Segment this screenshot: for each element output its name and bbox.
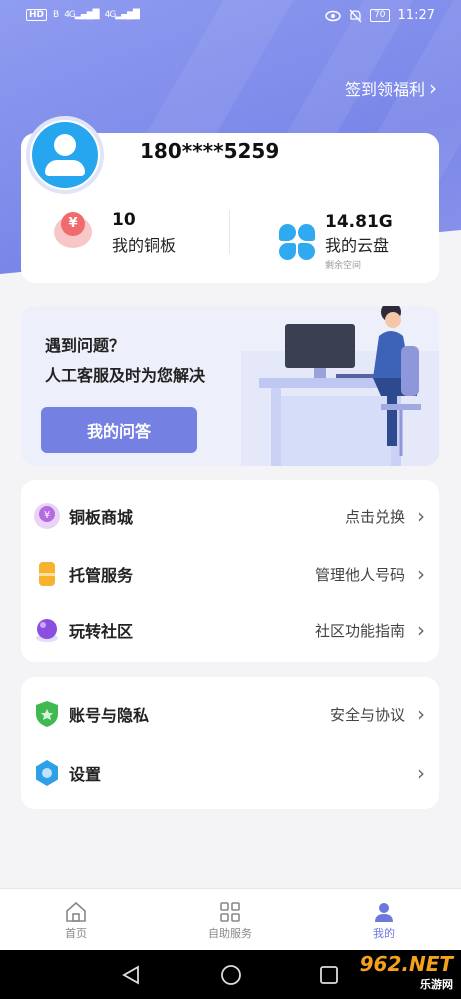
shield-icon	[36, 701, 58, 727]
hd-indicator: HD	[26, 9, 48, 21]
chevron-right-icon: ›	[417, 504, 425, 528]
eye-icon	[325, 10, 341, 21]
menu-hint: 社区功能指南	[314, 621, 405, 640]
copper-mall-icon: ¥	[34, 503, 60, 529]
back-icon[interactable]	[120, 964, 142, 986]
cloud-value: 14.81G	[325, 212, 393, 232]
my-qa-button[interactable]: 我的问答	[41, 407, 197, 453]
user-icon	[375, 903, 393, 922]
menu-hint: 安全与协议	[329, 705, 405, 724]
community-icon	[36, 619, 58, 642]
menu-row-hosting-service[interactable]: 托管服务 管理他人号码 ›	[21, 546, 439, 602]
tab-mine-label: 我的	[373, 927, 395, 940]
menu-group-account: 账号与隐私 安全与协议 › 设置 ›	[21, 677, 439, 809]
user-phone: 180****5259	[140, 139, 280, 163]
copper-stat[interactable]: ¥ 10 我的铜板	[52, 210, 176, 256]
chevron-right-icon: ›	[417, 562, 425, 586]
signin-rewards-link[interactable]: 签到领福利 ›	[345, 76, 437, 100]
tab-mine[interactable]: 我的	[334, 899, 434, 941]
settings-icon	[36, 760, 58, 786]
chevron-right-icon: ›	[429, 76, 437, 100]
menu-row-community[interactable]: 玩转社区 社区功能指南 ›	[21, 602, 439, 658]
menu-group-services: ¥ 铜板商城 点击兑换 › 托管服务 管理他人号码 › 玩转社区 社区功能指南 …	[21, 480, 439, 662]
tab-home[interactable]: 首页	[26, 899, 126, 941]
menu-label: 玩转社区	[69, 622, 134, 641]
menu-label: 设置	[69, 765, 102, 784]
menu-label: 托管服务	[69, 566, 134, 585]
home-icon	[66, 901, 86, 922]
mute-bell-icon	[349, 9, 362, 22]
chevron-right-icon: ›	[417, 702, 425, 726]
cloud-drive-icon	[277, 222, 317, 262]
bottom-tab-bar: 首页 自助服务 我的	[0, 888, 461, 950]
svg-text:¥: ¥	[44, 510, 50, 521]
signal-icon-2: 4G▂▄▆█	[104, 10, 140, 20]
avatar[interactable]	[26, 116, 104, 194]
tab-self-service[interactable]: 自助服务	[180, 899, 280, 941]
menu-row-copper-mall[interactable]: ¥ 铜板商城 点击兑换 ›	[21, 488, 439, 544]
tab-self-service-label: 自助服务	[208, 927, 252, 940]
menu-label: 铜板商城	[69, 508, 134, 527]
grid-icon	[220, 902, 240, 922]
recents-icon[interactable]	[318, 964, 340, 986]
hosting-service-icon	[39, 562, 55, 586]
home-circle-icon[interactable]	[219, 963, 243, 987]
menu-row-settings[interactable]: 设置 ›	[21, 745, 439, 801]
signal-icon: 4G▂▄▆█	[64, 10, 99, 20]
user-icon	[32, 122, 98, 188]
copper-coin-icon: ¥	[52, 212, 94, 254]
tab-home-label: 首页	[65, 927, 87, 940]
menu-hint: 管理他人号码	[314, 565, 405, 584]
cloud-label: 我的云盘	[325, 236, 390, 255]
menu-label: 账号与隐私	[69, 706, 150, 725]
cloud-stat[interactable]: 14.81G 我的云盘 剩余空间	[277, 212, 393, 271]
status-bar: HD B 4G▂▄▆█ 4G▂▄▆█ 70 11:27	[0, 0, 461, 34]
help-title: 遇到问题？	[45, 336, 126, 355]
battery-indicator: 70	[370, 9, 390, 22]
hd-sub-indicator: B	[53, 10, 59, 20]
signin-label: 签到领福利	[344, 80, 425, 99]
support-agent-illustration	[241, 306, 439, 466]
customer-service-card: 遇到问题？ 人工客服及时为您解决 我的问答	[21, 306, 439, 466]
copper-value: 10	[112, 210, 136, 230]
chevron-right-icon: ›	[417, 761, 425, 785]
watermark: 962.NET 乐游网	[359, 952, 453, 991]
chevron-right-icon: ›	[417, 618, 425, 642]
copper-label: 我的铜板	[112, 236, 177, 255]
cloud-sublabel: 剩余空间	[325, 261, 362, 271]
menu-row-account-privacy[interactable]: 账号与隐私 安全与协议 ›	[21, 686, 439, 742]
menu-hint: 点击兑换	[344, 507, 405, 526]
stat-divider	[229, 210, 230, 254]
clock: 11:27	[397, 8, 435, 23]
help-subtitle: 人工客服及时为您解决	[45, 366, 206, 385]
